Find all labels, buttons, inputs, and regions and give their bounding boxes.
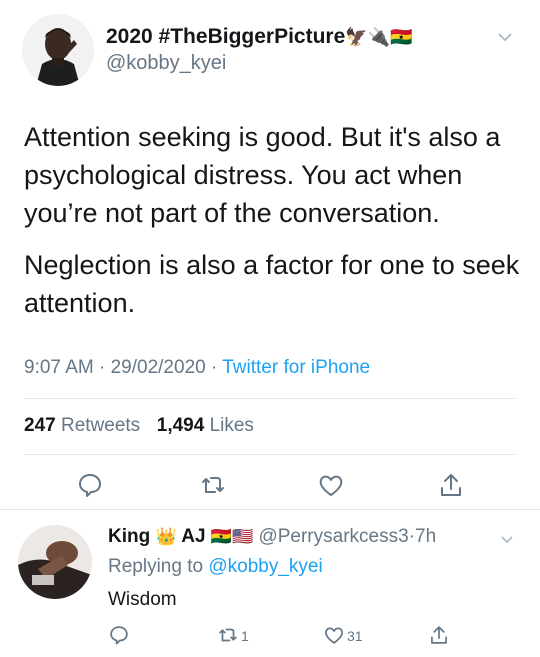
reply-icon[interactable] xyxy=(76,471,104,499)
retweet-icon[interactable] xyxy=(217,624,239,646)
retweets-stat[interactable]: 247 Retweets xyxy=(24,415,140,436)
likes-count: 1,494 xyxy=(156,415,205,436)
reply-name-part1: King xyxy=(108,526,151,547)
reply-time[interactable]: 7h xyxy=(415,526,436,547)
retweets-count: 247 xyxy=(24,415,56,436)
replying-prefix: Replying to xyxy=(108,556,204,577)
reply-author-name[interactable]: King 👑 AJ 🇬🇭🇺🇸 xyxy=(108,526,253,547)
meta-separator: · xyxy=(210,357,223,378)
author-name-text: 2020 #TheBiggerPicture xyxy=(106,25,346,48)
author-handle[interactable]: @kobby_kyei xyxy=(106,52,226,75)
divider xyxy=(24,454,516,455)
retweet-icon[interactable] xyxy=(199,471,227,499)
reply-like-count: 31 xyxy=(347,628,363,644)
reply-name-part2: AJ xyxy=(181,526,206,547)
divider xyxy=(24,398,516,399)
share-icon[interactable] xyxy=(437,471,465,499)
tweet-meta: 9:07 AM · 29/02/2020 · Twitter for iPhon… xyxy=(24,357,370,379)
likes-label: Likes xyxy=(209,415,254,436)
likes-stat[interactable]: 1,494 Likes xyxy=(157,415,254,436)
tweet-paragraph-1: Attention seeking is good. But it's also… xyxy=(24,122,501,228)
replying-to: Replying to @kobby_kyei xyxy=(108,556,323,578)
author-name-emojis: 🦅🔌🇬🇭 xyxy=(345,27,413,47)
replying-mention[interactable]: @kobby_kyei xyxy=(208,556,322,577)
reply-retweet-count: 1 xyxy=(241,628,249,644)
chevron-down-icon[interactable] xyxy=(497,30,513,42)
heart-icon[interactable] xyxy=(317,471,345,499)
tweet-date[interactable]: 29/02/2020 xyxy=(111,357,206,378)
tweet-time[interactable]: 9:07 AM xyxy=(24,357,94,378)
author-avatar[interactable] xyxy=(22,14,94,86)
heart-icon[interactable] xyxy=(323,624,345,646)
tweet-stats: 247 Retweets 1,494 Likes xyxy=(24,415,254,437)
reply-header: King 👑 AJ 🇬🇭🇺🇸 @Perrysarkcess3·7h xyxy=(108,526,436,548)
retweets-label: Retweets xyxy=(60,415,141,436)
reply-icon[interactable] xyxy=(108,624,130,646)
flag-emojis: 🇬🇭🇺🇸 xyxy=(210,527,254,546)
tweet-text: Attention seeking is good. But it's also… xyxy=(24,118,524,336)
chevron-down-icon[interactable] xyxy=(500,532,514,544)
reply-author-avatar[interactable] xyxy=(18,525,92,599)
divider xyxy=(0,509,540,510)
meta-separator: · xyxy=(99,357,111,378)
tweet-source[interactable]: Twitter for iPhone xyxy=(222,357,370,378)
tweet-paragraph-2: Neglection is also a factor for one to s… xyxy=(24,250,520,318)
author-display-name[interactable]: 2020 #TheBiggerPicture🦅🔌🇬🇭 xyxy=(106,25,413,49)
share-icon[interactable] xyxy=(428,624,450,646)
reply-text: Wisdom xyxy=(108,589,177,610)
reply-author-handle[interactable]: @Perrysarkcess3 xyxy=(258,526,408,547)
crown-emoji: 👑 xyxy=(155,527,177,546)
